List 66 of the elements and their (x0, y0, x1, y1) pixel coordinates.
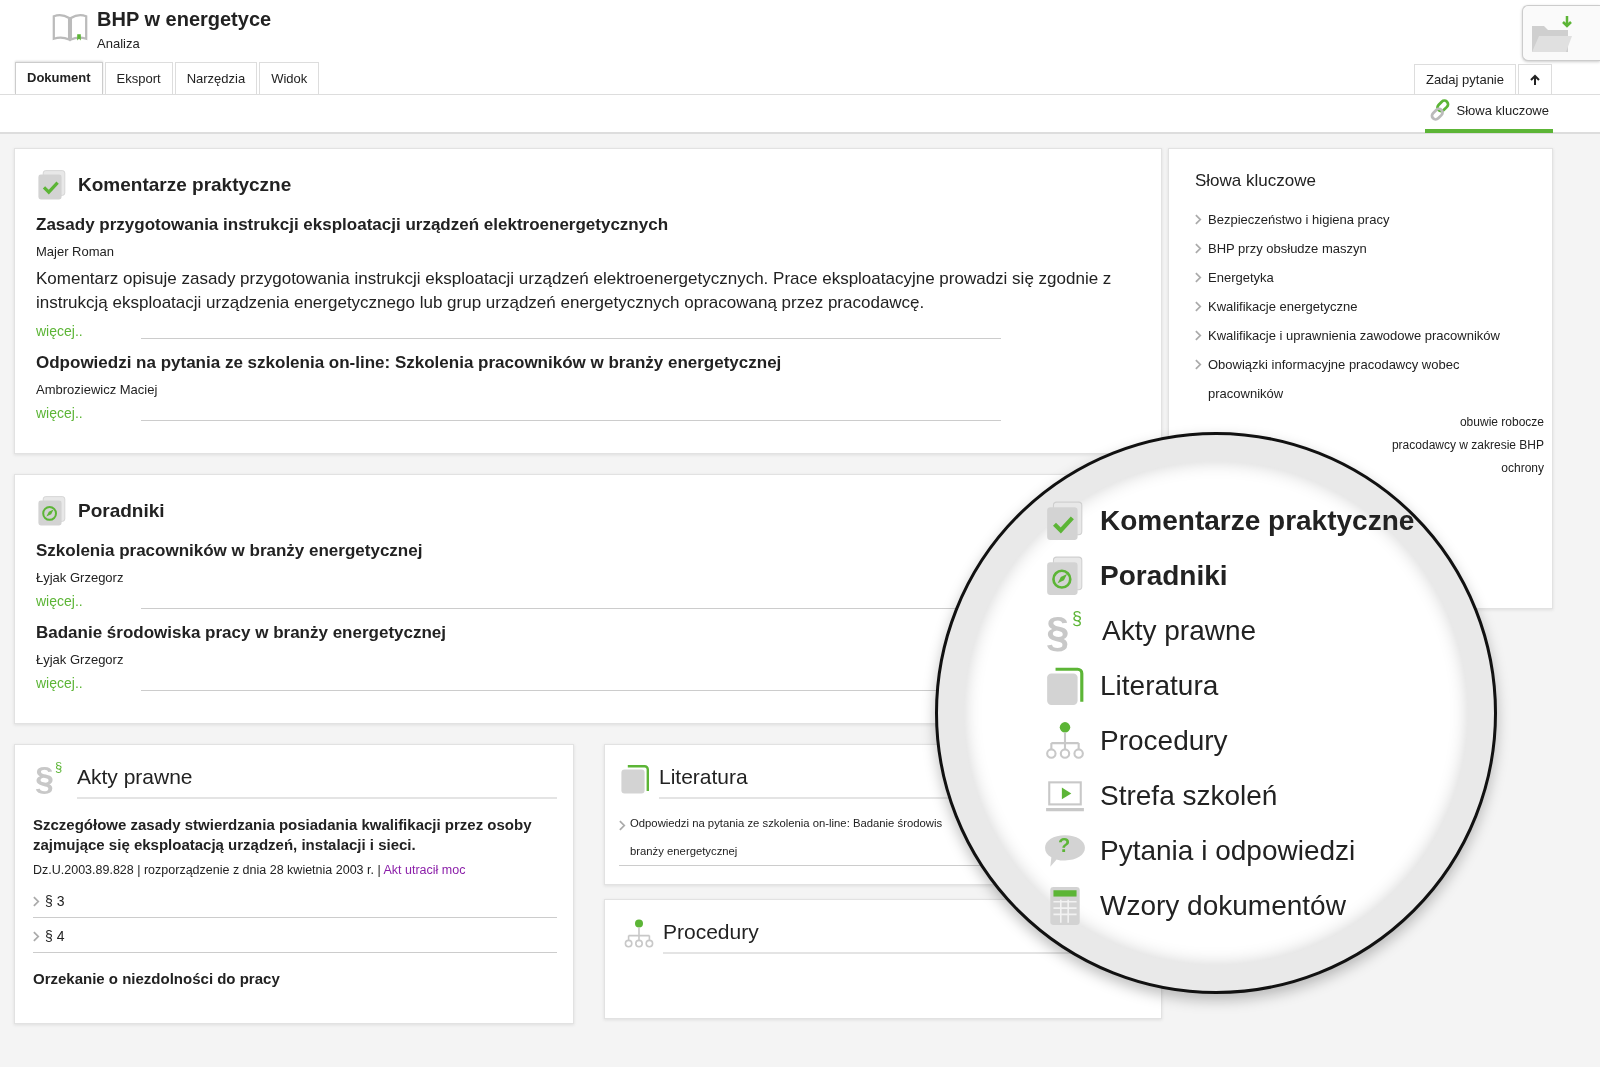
chevron-icon (1195, 272, 1202, 283)
literature-link[interactable]: branży energetycznej (630, 845, 738, 857)
category-item[interactable]: Poradniki (1100, 559, 1228, 592)
chevron-icon (619, 820, 626, 831)
link-icon (1428, 99, 1451, 121)
literature-link[interactable]: Odpowiedzi na pytania ze szkolenia on-line: Badanie środowis (630, 817, 943, 829)
category-item[interactable]: Komentarze praktyczne (1100, 504, 1415, 537)
act-title[interactable]: Szczegółowe zasady stwierdzania posiadania kwalifikacji przez osoby zajmujące się eksploatacją urządzeń, instalacji i sieci. (33, 815, 557, 855)
chevron-icon (1195, 301, 1202, 312)
book-icon (619, 763, 651, 795)
section-title: Komentarze praktyczne (78, 174, 292, 196)
scroll-up-button[interactable] (1518, 64, 1552, 94)
document-title: BHP w energetyce (97, 8, 272, 31)
entry-author: Ambroziewicz Maciej (36, 382, 158, 397)
category-item[interactable]: Literatura (1100, 669, 1219, 702)
act-details: Dz.U.2003.89.828 | rozporządzenie z dnia 28 kwietnia 2003 r. | (33, 863, 381, 877)
category-item[interactable]: Pytania i odpowiedzi (1100, 834, 1356, 867)
tab[interactable]: Dokument (15, 62, 103, 94)
ask-question-button[interactable]: Zadaj pytanie (1413, 64, 1516, 94)
document-subtitle: Analiza (97, 36, 141, 51)
entry-author: Łyjak Grzegorz (36, 570, 124, 585)
keyword-link[interactable]: pracodawcy w zakresie BHP (1391, 437, 1544, 453)
entry-summary: Komentarz opisuje zasady przygotowania instrukcji eksploatacji urządzeń elektroenergetycznych. Prace eksploatacyjne prowadzi się zgodnie z instrukcją eksploatacji urządzenia energetycznego lub grup urządzeń energetycznych opracowaną przez pracodawcę. (36, 268, 1113, 314)
keywords-tab[interactable]: Słowa kluczowe (1424, 95, 1553, 133)
keyword-link[interactable]: Energetyka (1208, 263, 1274, 292)
chevron-icon (1195, 243, 1202, 254)
section-title: Poradniki (78, 500, 165, 522)
folder-icon (1529, 14, 1573, 54)
tab[interactable]: Narzędzia (174, 62, 258, 94)
entry-author: Majer Roman (36, 244, 115, 259)
section-sign-icon: §§ (1044, 607, 1088, 654)
arrow-up-icon (1529, 73, 1541, 86)
checklist-icon (36, 169, 68, 201)
act-title[interactable]: Orzekanie o niezdolności do pracy (33, 969, 557, 989)
entry-author: Łyjak Grzegorz (36, 652, 124, 667)
keyword-link[interactable]: Kwalifikacje energetyczne (1208, 292, 1358, 321)
keyword-link[interactable]: obuwie robocze (1459, 414, 1544, 430)
question-bubble-icon: ? (1044, 832, 1086, 869)
tab[interactable]: Eksport (104, 62, 173, 94)
section-sign-icon: §§ (33, 759, 69, 799)
entry-title[interactable]: Szkolenia pracowników w branży energetycznej (36, 541, 423, 561)
compass-icon (36, 495, 68, 527)
keyword-link[interactable]: Kwalifikacje i uprawnienia zawodowe pracowników (1208, 321, 1500, 350)
keyword-link[interactable]: Bezpieczeństwo i higiena pracy (1208, 205, 1390, 234)
entry-title[interactable]: Badanie środowiska pracy w branży energetycznej (36, 623, 447, 643)
category-item[interactable]: Akty prawne (1102, 614, 1257, 647)
entry-title[interactable]: Odpowiedzi na pytania ze szkolenia on-line: Szkolenia pracowników w branży energetycznej (36, 353, 782, 373)
keyword-link[interactable]: Obowiązki informacyjne pracodawcy wobec pracowników (1208, 350, 1528, 408)
paragraph-link[interactable]: § 4 (45, 928, 65, 944)
keyword-link[interactable]: ochrony (1501, 460, 1544, 476)
keyword-link[interactable]: BHP przy obsłudze maszyn (1208, 234, 1367, 263)
section-title: Akty prawne (77, 759, 557, 799)
entry-title[interactable]: Zasady przygotowania instrukcji eksploatacji urządzeń elektroenergetycznych (36, 215, 669, 235)
category-item[interactable]: Procedury (1100, 724, 1228, 757)
act-status-link[interactable]: Akt utracił moc (383, 863, 466, 877)
chevron-icon (1195, 330, 1202, 341)
chevron-icon (1195, 359, 1202, 370)
panel-title: Słowa kluczowe (1195, 171, 1317, 191)
tab[interactable]: Widok (259, 62, 320, 94)
chevron-icon (33, 930, 40, 942)
hierarchy-icon (623, 918, 655, 950)
chevron-icon (33, 895, 40, 907)
paragraph-link[interactable]: § 3 (45, 893, 65, 909)
chevron-icon (1195, 214, 1202, 225)
open-book-icon (52, 12, 88, 42)
hierarchy-icon (1044, 719, 1086, 762)
